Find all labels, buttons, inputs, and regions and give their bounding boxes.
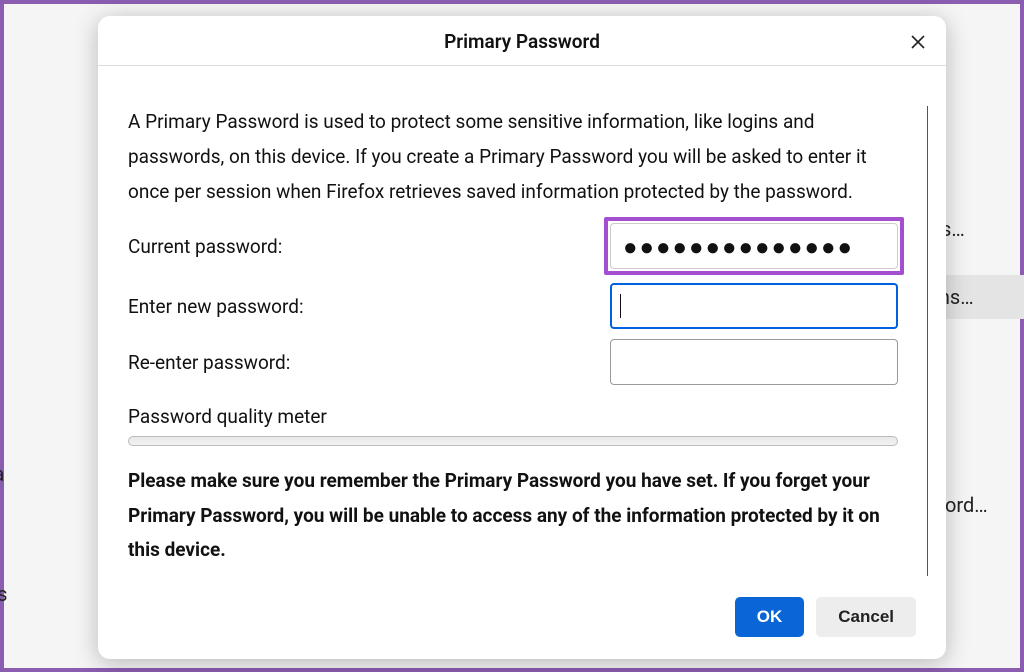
dialog-header: Primary Password <box>98 16 946 66</box>
current-password-row: Current password: <box>128 219 916 273</box>
warning-text: Please make sure you remember the Primar… <box>128 464 916 567</box>
new-password-label: Enter new password: <box>128 295 610 318</box>
close-icon <box>910 34 926 50</box>
text-cursor <box>620 294 621 318</box>
dialog-footer: OK Cancel <box>98 581 946 659</box>
new-password-row: Enter new password: <box>128 279 916 333</box>
reenter-password-row: Re-enter password: <box>128 335 916 389</box>
current-password-input[interactable] <box>610 223 898 269</box>
close-button[interactable] <box>904 28 932 56</box>
dialog-body: A Primary Password is used to protect so… <box>98 66 946 581</box>
sidebar-item-mozilla[interactable]: zilla <box>0 454 99 494</box>
current-password-highlight <box>604 217 904 275</box>
password-quality-label: Password quality meter <box>128 405 916 428</box>
primary-password-dialog: Primary Password A Primary Password is u… <box>98 16 946 659</box>
current-password-label: Current password: <box>128 235 610 258</box>
dialog-description: A Primary Password is used to protect so… <box>128 104 916 209</box>
sidebar-item-privacy-security[interactable]: rity <box>0 309 99 349</box>
new-password-input[interactable] <box>610 283 898 329</box>
scroll-divider <box>927 106 928 576</box>
ok-button[interactable]: OK <box>735 597 805 637</box>
cancel-button[interactable]: Cancel <box>816 597 916 637</box>
dialog-title: Primary Password <box>444 30 600 53</box>
reenter-password-input[interactable] <box>610 339 898 385</box>
reenter-password-label: Re-enter password: <box>128 351 610 374</box>
sidebar-item-themes[interactable]: mes <box>0 574 99 614</box>
password-quality-meter <box>128 436 898 446</box>
